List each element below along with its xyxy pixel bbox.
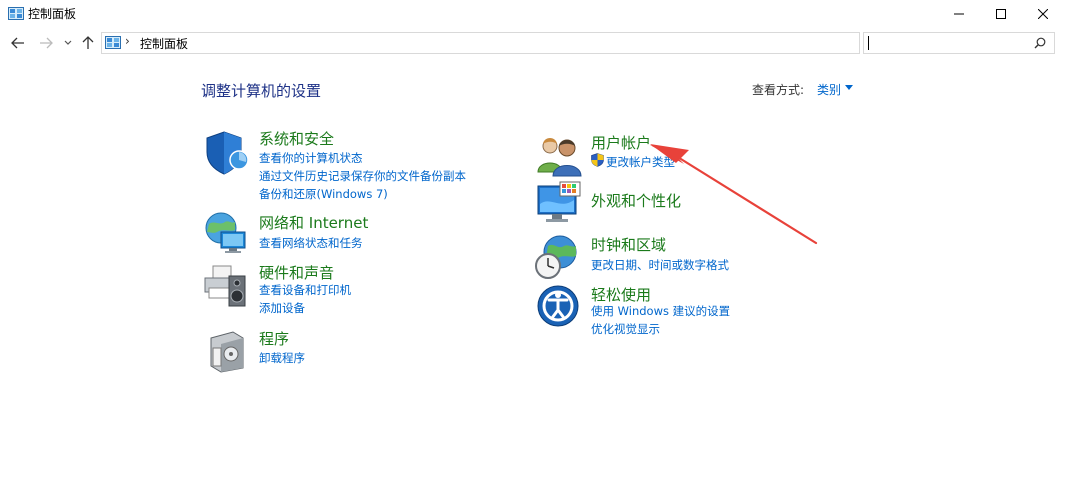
- view-by-label: 查看方式:: [752, 83, 805, 97]
- back-button[interactable]: [10, 34, 26, 52]
- category-title[interactable]: 网络和 Internet: [259, 212, 368, 233]
- link-devices-printers[interactable]: 查看设备和打印机: [259, 282, 351, 298]
- category-title[interactable]: 硬件和声音: [259, 262, 334, 283]
- view-by-dropdown-icon[interactable]: [845, 85, 853, 90]
- link-add-device[interactable]: 添加设备: [259, 300, 305, 316]
- ease-of-access-icon: [537, 285, 579, 327]
- link-change-account-type[interactable]: 更改帐户类型: [606, 154, 675, 170]
- link-file-history[interactable]: 通过文件历史记录保存你的文件备份副本: [259, 168, 466, 184]
- maximize-icon: [996, 9, 1006, 19]
- control-panel-icon: [105, 36, 121, 49]
- link-uninstall-program[interactable]: 卸载程序: [259, 350, 305, 366]
- programs-box-icon: [210, 331, 244, 373]
- close-icon: [1038, 9, 1048, 19]
- security-shield-icon: [206, 131, 249, 175]
- printer-speaker-icon: [204, 265, 246, 307]
- category-title[interactable]: 外观和个性化: [591, 190, 681, 211]
- category-title[interactable]: 用户帐户: [591, 132, 651, 153]
- search-box[interactable]: [863, 32, 1055, 54]
- up-button[interactable]: [81, 34, 95, 52]
- search-icon[interactable]: [1034, 37, 1046, 49]
- text-caret: [868, 36, 869, 50]
- breadcrumb-control-panel[interactable]: 控制面板: [140, 35, 188, 52]
- close-button[interactable]: [1020, 0, 1066, 28]
- link-backup-restore[interactable]: 备份和还原(Windows 7): [259, 186, 388, 202]
- minimize-button[interactable]: [936, 0, 982, 28]
- category-title[interactable]: 轻松使用: [591, 284, 651, 305]
- address-bar: › 控制面板: [0, 30, 1066, 56]
- appearance-monitor-icon: [537, 181, 581, 222]
- link-change-date-time-format[interactable]: 更改日期、时间或数字格式: [591, 257, 729, 273]
- title-bar: 控制面板: [0, 0, 1066, 28]
- link-network-status[interactable]: 查看网络状态和任务: [259, 235, 363, 251]
- window-title: 控制面板: [28, 7, 77, 21]
- back-arrow-icon: [11, 37, 24, 49]
- uac-shield-icon: [591, 153, 604, 167]
- breadcrumb-separator[interactable]: ›: [125, 34, 130, 48]
- category-title[interactable]: 程序: [259, 328, 289, 349]
- chevron-down-icon: [64, 40, 72, 45]
- maximize-button[interactable]: [978, 0, 1024, 28]
- address-field[interactable]: › 控制面板: [101, 32, 949, 54]
- control-panel-icon: [8, 7, 24, 20]
- clock-globe-icon: [535, 235, 577, 279]
- search-input[interactable]: [872, 34, 1026, 52]
- category-title[interactable]: 时钟和区域: [591, 234, 666, 255]
- up-arrow-icon: [82, 36, 94, 49]
- minimize-icon: [954, 13, 964, 15]
- forward-button[interactable]: [38, 34, 54, 52]
- link-optimize-visual-display[interactable]: 优化视觉显示: [591, 321, 660, 337]
- forward-arrow-icon: [40, 37, 53, 49]
- recent-locations-button[interactable]: [63, 34, 73, 52]
- annotation-arrow: [650, 144, 818, 245]
- user-accounts-icon: [537, 138, 582, 177]
- link-view-computer-status[interactable]: 查看你的计算机状态: [259, 150, 363, 166]
- category-title[interactable]: 系统和安全: [259, 128, 334, 149]
- network-globe-icon: [205, 212, 246, 253]
- link-windows-recommended-settings[interactable]: 使用 Windows 建议的设置: [591, 303, 730, 319]
- view-by-dropdown[interactable]: 类别: [817, 81, 841, 98]
- page-title: 调整计算机的设置: [201, 82, 322, 100]
